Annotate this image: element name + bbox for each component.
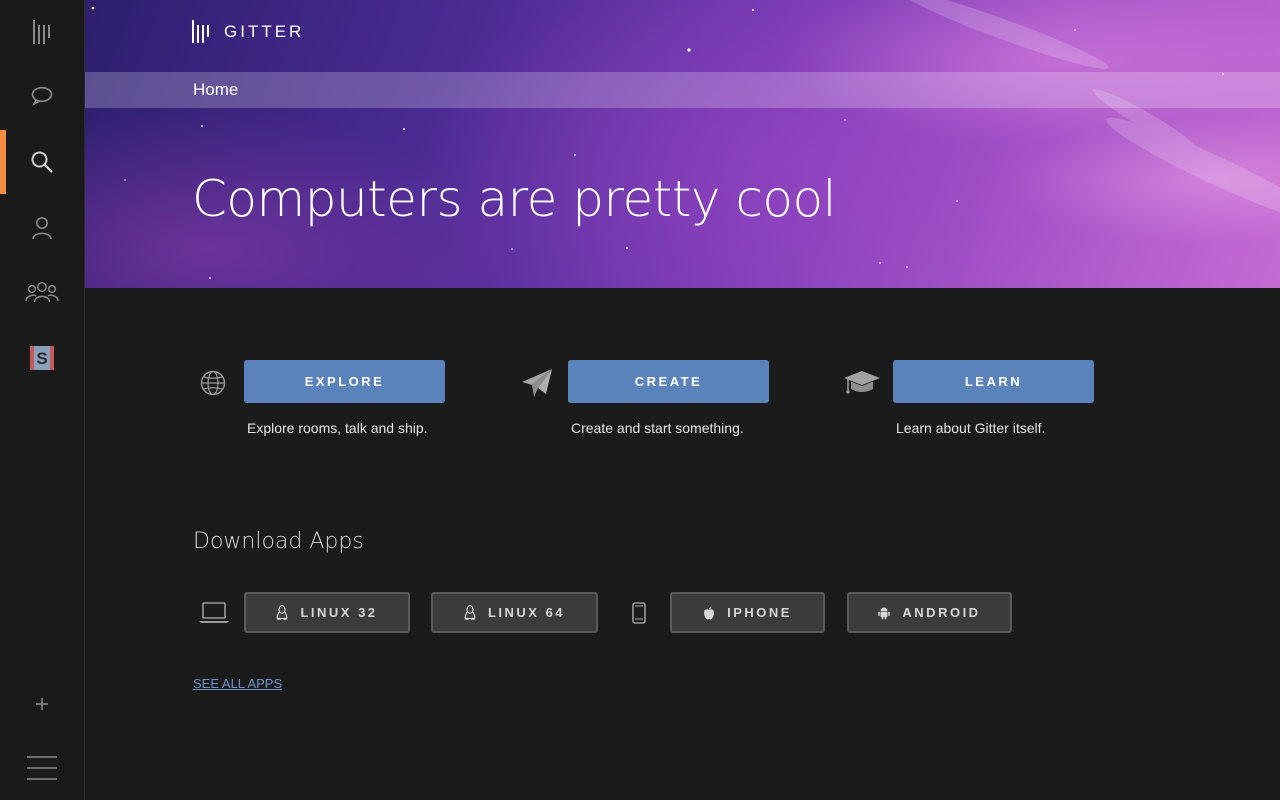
gitter-logo-icon	[33, 20, 50, 44]
android-label: ANDROID	[902, 605, 981, 620]
rail-communities-button[interactable]	[0, 260, 84, 324]
rail-menu-button[interactable]	[0, 736, 84, 800]
gitter-logo[interactable]: GITTER	[192, 20, 304, 44]
left-rail: S	[0, 0, 85, 800]
explore-description: Explore rooms, talk and ship.	[247, 420, 428, 436]
rail-add-button[interactable]	[0, 672, 84, 736]
create-button[interactable]: CREATE	[568, 360, 769, 403]
breadcrumb-bar: Home	[85, 72, 1280, 108]
rail-conversations-button[interactable]	[0, 64, 84, 128]
hero-banner: GITTER Home Computers are pretty cool	[85, 0, 1280, 288]
hamburger-menu-icon	[27, 756, 57, 780]
learn-button[interactable]: LEARN	[893, 360, 1094, 403]
rail-people-button[interactable]	[0, 196, 84, 260]
people-group-icon	[25, 282, 59, 303]
linux-icon	[277, 605, 288, 620]
laptop-icon	[197, 600, 231, 626]
search-icon	[31, 151, 53, 173]
create-description: Create and start something.	[571, 420, 744, 436]
download-apps-heading: Download Apps	[193, 529, 364, 554]
community-avatar-letter: S	[36, 349, 47, 368]
community-avatar-s-icon: S	[30, 346, 54, 370]
learn-description: Learn about Gitter itself.	[896, 420, 1046, 436]
breadcrumb-home[interactable]: Home	[193, 80, 238, 100]
rail-community-s[interactable]: S	[0, 326, 84, 390]
explore-button[interactable]: EXPLORE	[244, 360, 445, 403]
linux64-label: LINUX 64	[487, 605, 566, 620]
paper-plane-icon	[517, 366, 557, 400]
linux32-download-button[interactable]: LINUX 32	[244, 592, 410, 633]
linux-icon	[464, 605, 476, 620]
iphone-download-button[interactable]: IPHONE	[670, 592, 825, 633]
phone-icon	[630, 601, 648, 625]
person-icon	[32, 217, 52, 240]
apple-icon	[704, 606, 715, 619]
linux64-download-button[interactable]: LINUX 64	[431, 592, 598, 633]
globe-icon	[193, 366, 233, 400]
gitter-logo-icon	[192, 20, 209, 43]
android-download-button[interactable]: ANDROID	[847, 592, 1012, 633]
chat-bubble-icon	[31, 86, 53, 106]
graduation-cap-icon	[842, 366, 882, 400]
rail-home-button[interactable]	[0, 0, 84, 64]
logo-wordmark: GITTER	[224, 22, 305, 41]
see-all-apps-link[interactable]: SEE ALL APPS	[193, 676, 282, 691]
iphone-label: IPHONE	[727, 605, 792, 620]
android-icon	[878, 607, 891, 619]
page-title: Computers are pretty cool	[192, 170, 836, 228]
linux32-label: LINUX 32	[300, 605, 378, 620]
plus-icon	[36, 698, 48, 710]
rail-search-button[interactable]	[0, 130, 84, 194]
